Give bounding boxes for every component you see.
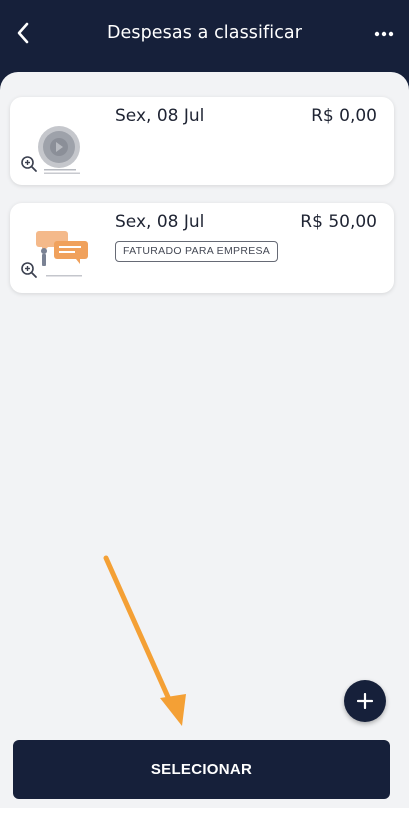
billing-status-badge: FATURADO PARA EMPRESA (115, 241, 279, 262)
receipt-thumbnail[interactable] (14, 211, 106, 285)
back-button[interactable] (8, 18, 38, 48)
page-title: Despesas a classificar (106, 23, 303, 43)
expense-card[interactable]: Sex, 08 Jul R$ 0,00 (10, 97, 394, 185)
more-horizontal-icon (374, 31, 394, 37)
plus-icon (357, 693, 373, 709)
chevron-left-icon (17, 22, 29, 44)
add-expense-button[interactable] (344, 680, 386, 722)
zoom-in-icon[interactable] (20, 155, 38, 173)
expense-card[interactable]: Sex, 08 Jul R$ 50,00 FATURADO PARA EMPRE… (10, 203, 394, 293)
receipt-thumbnail[interactable] (14, 105, 106, 179)
bottom-edge (0, 808, 409, 814)
expense-amount: R$ 0,00 (311, 106, 377, 126)
more-options-button[interactable] (369, 20, 399, 48)
zoom-in-icon[interactable] (20, 261, 38, 279)
expense-amount: R$ 50,00 (300, 212, 377, 232)
expense-date: Sex, 08 Jul (115, 106, 205, 126)
select-button[interactable]: SELECIONAR (13, 740, 390, 799)
expense-date: Sex, 08 Jul (115, 212, 205, 232)
